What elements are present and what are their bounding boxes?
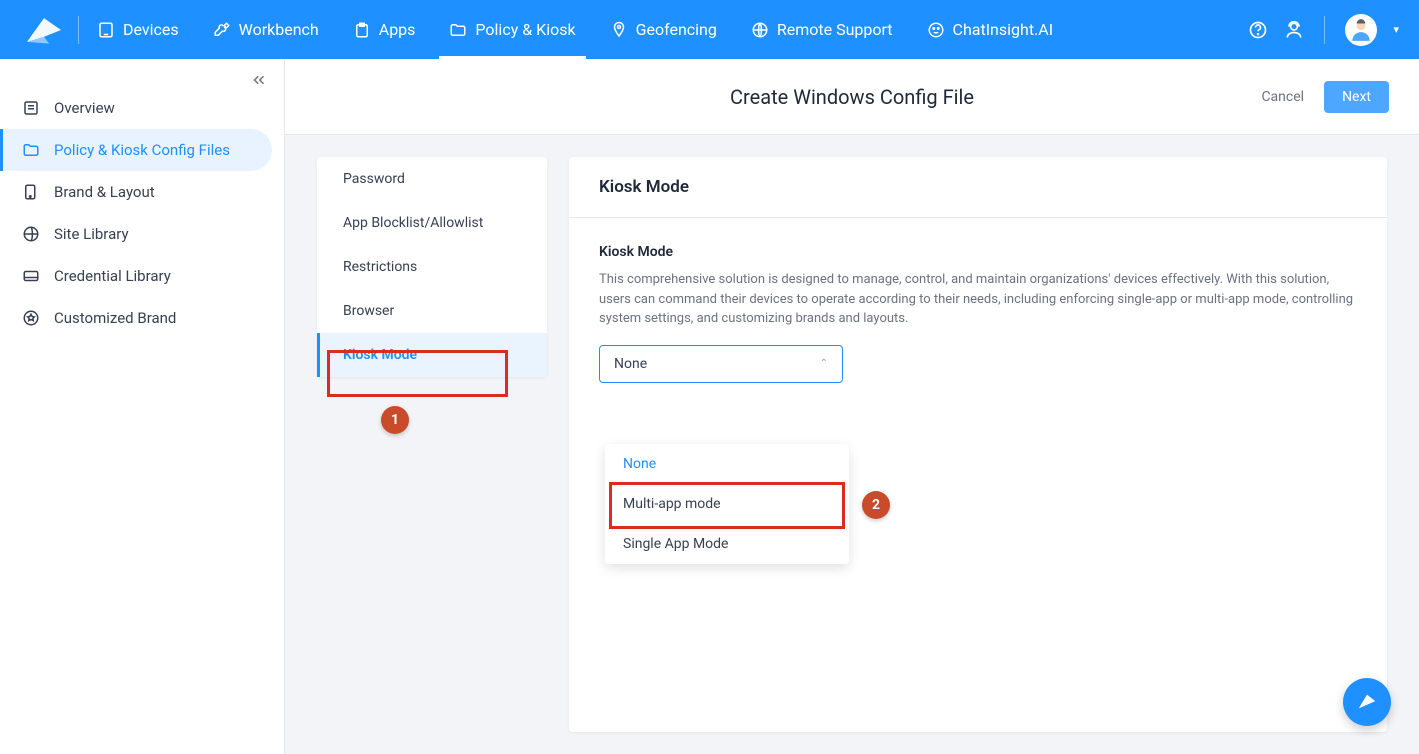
config-menu-kiosk[interactable]: Kiosk Mode <box>317 333 547 377</box>
main-content: Create Windows Config File Cancel Next P… <box>285 59 1419 754</box>
annotation-badge-2: 2 <box>862 491 890 519</box>
nav-label: Workbench <box>239 20 319 39</box>
device-icon <box>97 21 115 39</box>
config-menu-blocklist[interactable]: App Blocklist/Allowlist <box>317 201 547 245</box>
overview-icon <box>22 99 40 117</box>
app-logo[interactable] <box>20 11 68 49</box>
top-navigation: Devices Workbench Apps Policy & Kiosk Ge… <box>0 0 1419 59</box>
next-button[interactable]: Next <box>1324 81 1389 113</box>
help-icon[interactable] <box>1248 20 1268 40</box>
dropdown-option-none[interactable]: None <box>605 444 849 484</box>
page-title: Create Windows Config File <box>730 85 974 109</box>
support-icon[interactable] <box>1284 20 1304 40</box>
sidebar-label: Customized Brand <box>54 309 176 327</box>
globe-icon <box>22 225 40 243</box>
sidebar-label: Site Library <box>54 225 129 243</box>
nav-policy-kiosk[interactable]: Policy & Kiosk <box>449 0 575 59</box>
globe-icon <box>751 21 769 39</box>
brand-icon <box>22 183 40 201</box>
config-menu-browser[interactable]: Browser <box>317 289 547 333</box>
dropdown-option-single[interactable]: Single App Mode <box>605 524 849 564</box>
chevron-down-icon[interactable]: ▾ <box>1393 23 1399 36</box>
panel-title: Kiosk Mode <box>599 177 1357 197</box>
nav-remote-support[interactable]: Remote Support <box>751 0 893 59</box>
collapse-icon[interactable] <box>250 71 268 89</box>
sidebar-item-policy-kiosk[interactable]: Policy & Kiosk Config Files <box>0 129 272 171</box>
nav-label: ChatInsight.AI <box>953 20 1054 39</box>
folder-config-icon <box>22 141 40 159</box>
sidebar-label: Overview <box>54 99 115 117</box>
nav-label: Devices <box>123 20 179 39</box>
field-label: Kiosk Mode <box>599 244 1357 260</box>
sidebar-item-brand-layout[interactable]: Brand & Layout <box>0 171 284 213</box>
tools-icon <box>213 21 231 39</box>
panel-header: Kiosk Mode <box>569 157 1387 218</box>
annotation-badge-1: 1 <box>381 406 409 434</box>
dropdown-option-multi[interactable]: Multi-app mode <box>605 484 849 524</box>
nav-label: Geofencing <box>636 20 717 39</box>
cancel-button[interactable]: Cancel <box>1261 89 1304 105</box>
location-icon <box>610 21 628 39</box>
config-menu-password[interactable]: Password <box>317 157 547 201</box>
nav-apps[interactable]: Apps <box>353 0 416 59</box>
sidebar-label: Credential Library <box>54 267 171 285</box>
chevron-up-icon: ⌃ <box>820 358 828 369</box>
sidebar-label: Brand & Layout <box>54 183 155 201</box>
sidebar-item-site-library[interactable]: Site Library <box>0 213 284 255</box>
credential-icon <box>22 267 40 285</box>
nav-devices[interactable]: Devices <box>97 0 179 59</box>
kiosk-mode-dropdown: None Multi-app mode Single App Mode <box>605 444 849 564</box>
config-menu: Password App Blocklist/Allowlist Restric… <box>317 157 547 377</box>
divider <box>78 16 79 44</box>
sidebar: Overview Policy & Kiosk Config Files Bra… <box>0 59 285 754</box>
folder-icon <box>449 21 467 39</box>
nav-geofencing[interactable]: Geofencing <box>610 0 717 59</box>
nav-label: Apps <box>379 20 416 39</box>
divider <box>1324 16 1325 44</box>
nav-chatinsight[interactable]: ChatInsight.AI <box>927 0 1054 59</box>
user-avatar[interactable] <box>1345 14 1377 46</box>
config-menu-restrictions[interactable]: Restrictions <box>317 245 547 289</box>
sidebar-label: Policy & Kiosk Config Files <box>54 141 230 159</box>
chat-icon <box>927 21 945 39</box>
apps-icon <box>353 21 371 39</box>
sidebar-item-customized-brand[interactable]: Customized Brand <box>0 297 284 339</box>
page-header: Create Windows Config File Cancel Next <box>285 59 1419 135</box>
nav-label: Remote Support <box>777 20 893 39</box>
star-circle-icon <box>22 309 40 327</box>
sidebar-item-credential[interactable]: Credential Library <box>0 255 284 297</box>
nav-label: Policy & Kiosk <box>475 20 575 39</box>
select-value: None <box>614 356 647 372</box>
send-icon <box>1356 691 1378 713</box>
nav-workbench[interactable]: Workbench <box>213 0 319 59</box>
kiosk-mode-select[interactable]: None ⌃ <box>599 345 843 383</box>
floating-action-button[interactable] <box>1343 678 1391 726</box>
field-description: This comprehensive solution is designed … <box>599 270 1357 329</box>
sidebar-item-overview[interactable]: Overview <box>0 87 284 129</box>
